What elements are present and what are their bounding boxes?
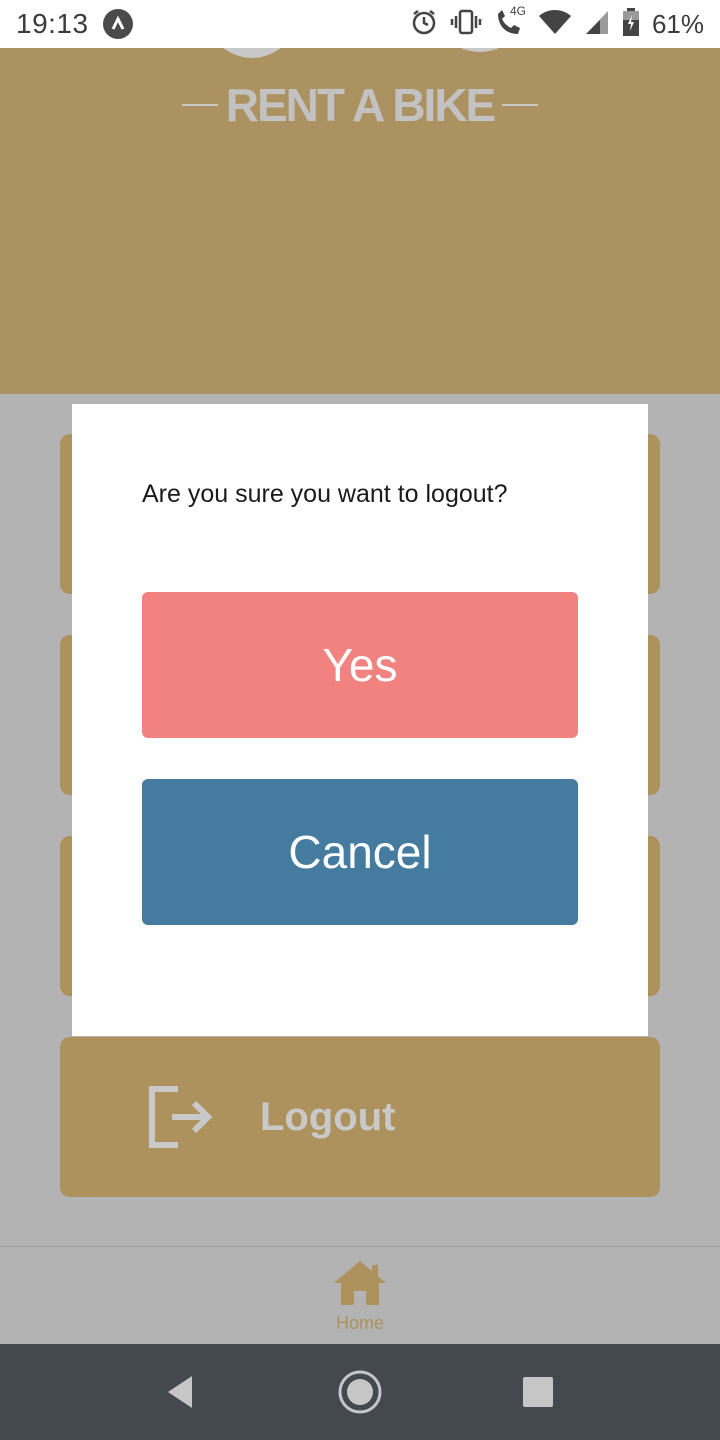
cancel-button[interactable]: Cancel [142, 779, 578, 925]
app-notification-icon [102, 9, 133, 39]
status-bar: 19:13 4G 61% [0, 0, 720, 48]
vibrate-icon [450, 8, 482, 41]
logout-card[interactable]: Logout [60, 1037, 660, 1197]
logo-title-row: RENT A BIKE [0, 78, 720, 132]
bottom-tab-bar: Home [0, 1246, 720, 1344]
back-icon [168, 1376, 192, 1408]
recents-icon [523, 1377, 553, 1407]
system-navigation-bar [0, 1344, 720, 1440]
dialog-message: Are you sure you want to logout? [142, 480, 508, 508]
bike-logo-wheels [223, 48, 500, 58]
signal-icon [584, 8, 610, 41]
alarm-icon [410, 8, 438, 41]
battery-percent: 61% [651, 8, 704, 39]
yes-button[interactable]: Yes [142, 592, 578, 738]
call-4g-icon: 4G [494, 4, 526, 41]
logout-label: Logout [260, 1095, 396, 1139]
home-system-button[interactable] [336, 1368, 384, 1416]
logo-divider-right [502, 104, 539, 106]
home-circle-icon [338, 1370, 382, 1414]
status-time: 19:13 [16, 8, 89, 39]
tab-home-label: Home [335, 1313, 384, 1333]
tab-home[interactable]: Home [310, 1259, 410, 1343]
network-type-label: 4G [509, 3, 526, 18]
app-logo-title: RENT A BIKE [225, 79, 496, 131]
back-button[interactable] [156, 1368, 204, 1416]
recents-button[interactable] [514, 1368, 562, 1416]
logo-divider-left [181, 104, 218, 106]
status-icons: 4G 61% [410, 4, 704, 42]
app-header: RENT A BIKE [0, 48, 720, 394]
home-icon [334, 1261, 386, 1305]
logout-icon [149, 1086, 213, 1148]
battery-icon [622, 7, 640, 42]
logout-confirm-dialog: Are you sure you want to logout? Yes Can… [72, 404, 648, 1036]
wifi-icon [538, 8, 572, 41]
